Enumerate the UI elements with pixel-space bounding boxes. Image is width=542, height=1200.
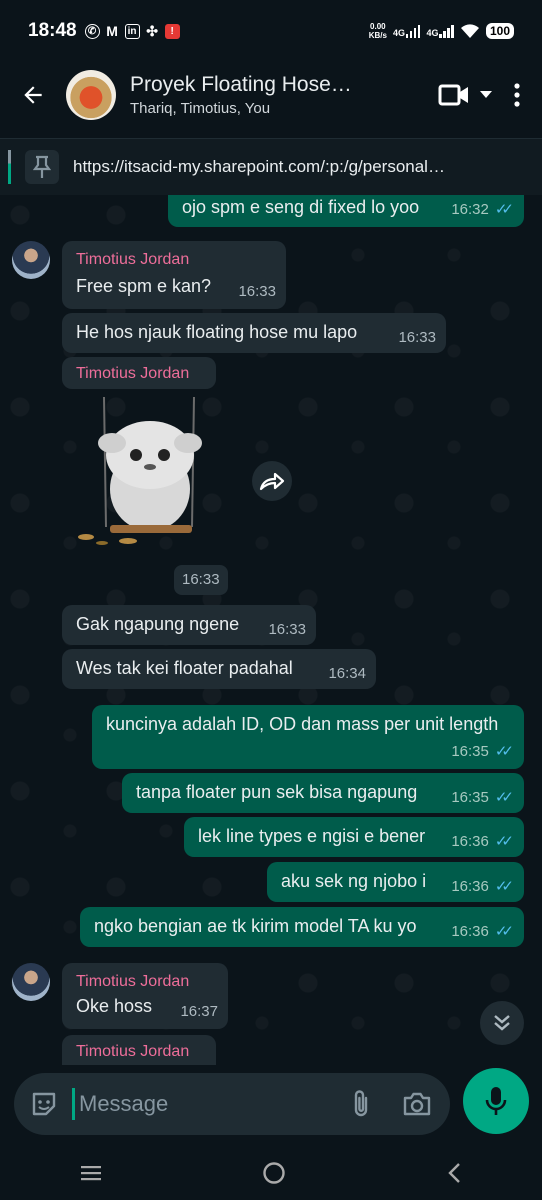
double-check-icon: ✓✓ xyxy=(494,789,514,806)
wifi-icon xyxy=(460,24,479,38)
app-notification-icon: ! xyxy=(164,23,180,39)
group-participants: Thariq, Timotius, You xyxy=(130,100,271,117)
attach-icon[interactable] xyxy=(350,1089,372,1119)
message-outgoing[interactable]: ngko bengian ae tk kirim model TA ku yo … xyxy=(80,907,524,947)
voice-message-button[interactable] xyxy=(463,1068,529,1134)
pinned-link[interactable]: https://itsacid-my.sharepoint.com/:p:/g/… xyxy=(73,157,542,177)
back-nav-icon[interactable] xyxy=(446,1162,462,1184)
double-check-icon: ✓✓ xyxy=(494,833,514,850)
message-time: 16:33 xyxy=(174,565,228,595)
signal-bars-icon xyxy=(405,24,421,38)
group-avatar[interactable] xyxy=(66,70,116,120)
signal-bars-icon xyxy=(439,24,454,38)
composer: Message xyxy=(0,1065,542,1145)
message-outgoing[interactable]: aku sek ng njobo i 16:36 ✓✓ xyxy=(267,862,524,902)
camera-icon[interactable] xyxy=(402,1091,432,1117)
chat-header: Proyek Floating Hose… Thariq, Timotius, … xyxy=(0,62,542,128)
sticker-icon[interactable] xyxy=(30,1090,58,1118)
message-input[interactable]: Message xyxy=(79,1091,168,1117)
message-outgoing[interactable]: lek line types e ngisi e bener 16:36 ✓✓ xyxy=(184,817,524,857)
double-chevron-down-icon xyxy=(494,1015,510,1031)
system-nav-bar xyxy=(0,1145,542,1200)
video-call-button[interactable] xyxy=(438,83,492,107)
group-title: Proyek Floating Hose… xyxy=(130,73,352,96)
sender-name: Timotius Jordan xyxy=(76,1043,190,1060)
more-options-icon[interactable] xyxy=(514,83,520,107)
forward-button[interactable] xyxy=(252,461,292,501)
message-outgoing[interactable]: kuncinya adalah ID, OD dan mass per unit… xyxy=(92,705,524,769)
message-outgoing[interactable]: tanpa floater pun sek bisa ngapung 16:35… xyxy=(122,773,524,813)
video-camera-icon xyxy=(438,84,468,106)
pin-icon xyxy=(25,150,59,184)
sender-avatar[interactable] xyxy=(12,963,50,1001)
message-sticker[interactable]: Timotius Jordan 16:33 xyxy=(62,357,242,597)
sender-label: Timotius Jordan xyxy=(62,357,216,389)
arrow-left-icon xyxy=(24,86,42,104)
forward-icon xyxy=(259,472,285,491)
pinned-indicator xyxy=(8,150,11,184)
sender-name: Timotius Jordan xyxy=(76,365,190,382)
battery-indicator: 100 xyxy=(485,23,514,39)
signal-sim2: 4G xyxy=(426,24,454,38)
pinned-message-bar[interactable]: https://itsacid-my.sharepoint.com/:p:/g/… xyxy=(0,138,542,196)
double-check-icon: ✓✓ xyxy=(494,201,514,218)
sender-name: Timotius Jordan xyxy=(76,973,190,990)
signal-sim1: 4G xyxy=(393,24,421,38)
whatsapp-notification-icon: ✆ xyxy=(84,23,100,39)
sticker-image xyxy=(78,397,202,545)
network-speed: 0.00 KB/s xyxy=(368,22,387,40)
slack-notification-icon: ✣ xyxy=(146,22,158,39)
message-incoming[interactable]: Wes tak kei floater padahal 16:34 xyxy=(62,649,376,689)
group-info[interactable]: Proyek Floating Hose… Thariq, Timotius, … xyxy=(130,73,438,117)
caret-down-icon xyxy=(480,91,492,98)
notification-icons: ✆ M in ✣ ! xyxy=(84,22,180,39)
microphone-icon xyxy=(485,1087,507,1115)
recent-apps-icon[interactable] xyxy=(80,1164,102,1182)
text-caret xyxy=(72,1088,75,1120)
scroll-to-bottom-button[interactable] xyxy=(480,1001,524,1045)
back-button[interactable] xyxy=(0,82,66,108)
message-input-box[interactable]: Message xyxy=(14,1073,450,1135)
message-incoming[interactable]: Timotius Jordan Free spm e kan? 16:33 xyxy=(62,241,286,309)
gmail-notification-icon: M xyxy=(106,22,118,39)
home-icon[interactable] xyxy=(262,1161,286,1185)
linkedin-notification-icon: in xyxy=(124,23,140,39)
double-check-icon: ✓✓ xyxy=(494,923,514,940)
message-incoming[interactable]: Timotius Jordan xyxy=(62,1035,216,1065)
message-outgoing[interactable]: ojo spm e seng di fixed lo yoo 16:32 ✓✓ xyxy=(168,195,524,227)
message-incoming[interactable]: Timotius Jordan Oke hoss 16:37 xyxy=(62,963,228,1029)
clock: 18:48 xyxy=(28,20,77,41)
message-list[interactable]: ojo spm e seng di fixed lo yoo 16:32 ✓✓ T… xyxy=(0,195,542,1065)
double-check-icon: ✓✓ xyxy=(494,743,514,760)
message-incoming[interactable]: He hos njauk floating hose mu lapo 16:33 xyxy=(62,313,446,353)
status-bar: 18:48 ✆ M in ✣ ! 0.00 KB/s 4G 4G 100 xyxy=(0,0,542,62)
sender-avatar[interactable] xyxy=(12,241,50,279)
sender-name: Timotius Jordan xyxy=(76,251,190,268)
message-incoming[interactable]: Gak ngapung ngene 16:33 xyxy=(62,605,316,645)
double-check-icon: ✓✓ xyxy=(494,878,514,895)
